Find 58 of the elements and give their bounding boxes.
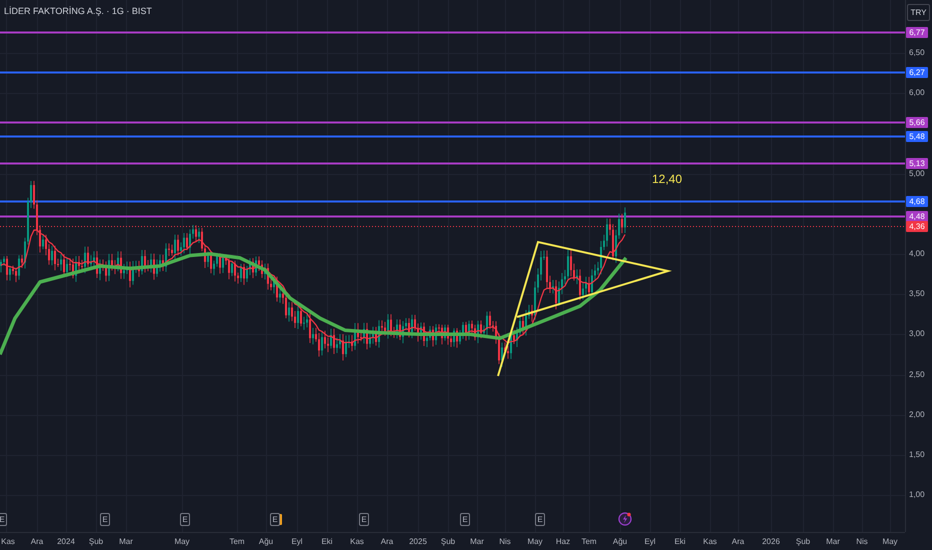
time-axis-label: Ara <box>732 537 744 546</box>
time-axis-label: Kas <box>1 537 15 546</box>
time-axis-label: Mar <box>119 537 133 546</box>
price-level-label: 6,77 <box>906 27 928 38</box>
last-price-label: 4,36 <box>906 221 928 232</box>
chart-annotation: 12,40 <box>652 172 682 186</box>
time-axis-label: May <box>882 537 898 546</box>
time-axis-label: Mar <box>470 537 484 546</box>
price-tick-label: 4,00 <box>909 249 925 259</box>
time-axis-label: Tem <box>581 537 597 546</box>
currency-button[interactable]: TRY <box>907 4 930 21</box>
price-tick-label: 3,50 <box>909 289 925 299</box>
price-tick-label: 5,00 <box>909 169 925 179</box>
time-axis-label: Haz <box>556 537 570 546</box>
time-axis-label: 2025 <box>409 537 427 546</box>
time-axis-label: Şub <box>88 537 104 546</box>
time-axis-label: Şub <box>796 537 810 546</box>
earnings-marker[interactable]: E <box>180 513 190 526</box>
earnings-marker[interactable]: E <box>359 513 369 526</box>
time-axis-label: 2026 <box>762 537 780 546</box>
price-tick-label: 6,00 <box>909 88 925 98</box>
time-axis-label: May <box>527 537 543 546</box>
lightning-icon[interactable] <box>618 512 632 526</box>
time-axis-label: Eyl <box>644 537 656 546</box>
time-axis-label: Kas <box>350 537 364 546</box>
symbol-title: LİDER FAKTORİNG A.Ş. · 1G · BIST <box>4 6 152 16</box>
earnings-marker[interactable]: E <box>460 513 470 526</box>
earnings-marker[interactable]: E <box>270 513 280 526</box>
time-axis-label: Ara <box>30 537 44 546</box>
price-tick-label: 3,00 <box>909 329 925 339</box>
price-tick-label: 2,50 <box>909 370 925 380</box>
time-axis-label: May <box>174 537 190 546</box>
price-tick-label: 2,00 <box>909 410 925 420</box>
time-axis-label: Nis <box>856 537 868 546</box>
time-axis-label: Ağu <box>258 537 274 546</box>
time-axis-label: Şub <box>440 537 456 546</box>
time-axis-label: Ara <box>380 537 394 546</box>
time-axis-label: Eyl <box>291 537 303 546</box>
earnings-marker[interactable]: E <box>0 513 7 526</box>
price-tick-label: 1,50 <box>909 450 925 460</box>
time-axis-label: Mar <box>826 537 840 546</box>
earnings-marker[interactable]: E <box>535 513 545 526</box>
price-level-label: 5,13 <box>906 158 928 169</box>
earnings-marker[interactable]: E <box>100 513 110 526</box>
price-level-label: 5,48 <box>906 131 928 142</box>
time-axis-label: Eki <box>321 537 333 546</box>
price-level-label: 5,66 <box>906 117 928 128</box>
price-level-label: 4,48 <box>906 211 928 222</box>
price-tick-label: 6,50 <box>909 48 925 58</box>
time-axis-label: Nis <box>499 537 511 546</box>
time-axis-label: Tem <box>229 537 245 546</box>
price-level-label: 4,68 <box>906 196 928 207</box>
time-axis-label: Eki <box>674 537 686 546</box>
time-axis-label: Kas <box>703 537 717 546</box>
time-axis-label: 2024 <box>57 537 75 546</box>
time-axis-label: Ağu <box>612 537 628 546</box>
price-level-label: 6,27 <box>906 67 928 78</box>
price-tick-label: 1,00 <box>909 490 925 500</box>
